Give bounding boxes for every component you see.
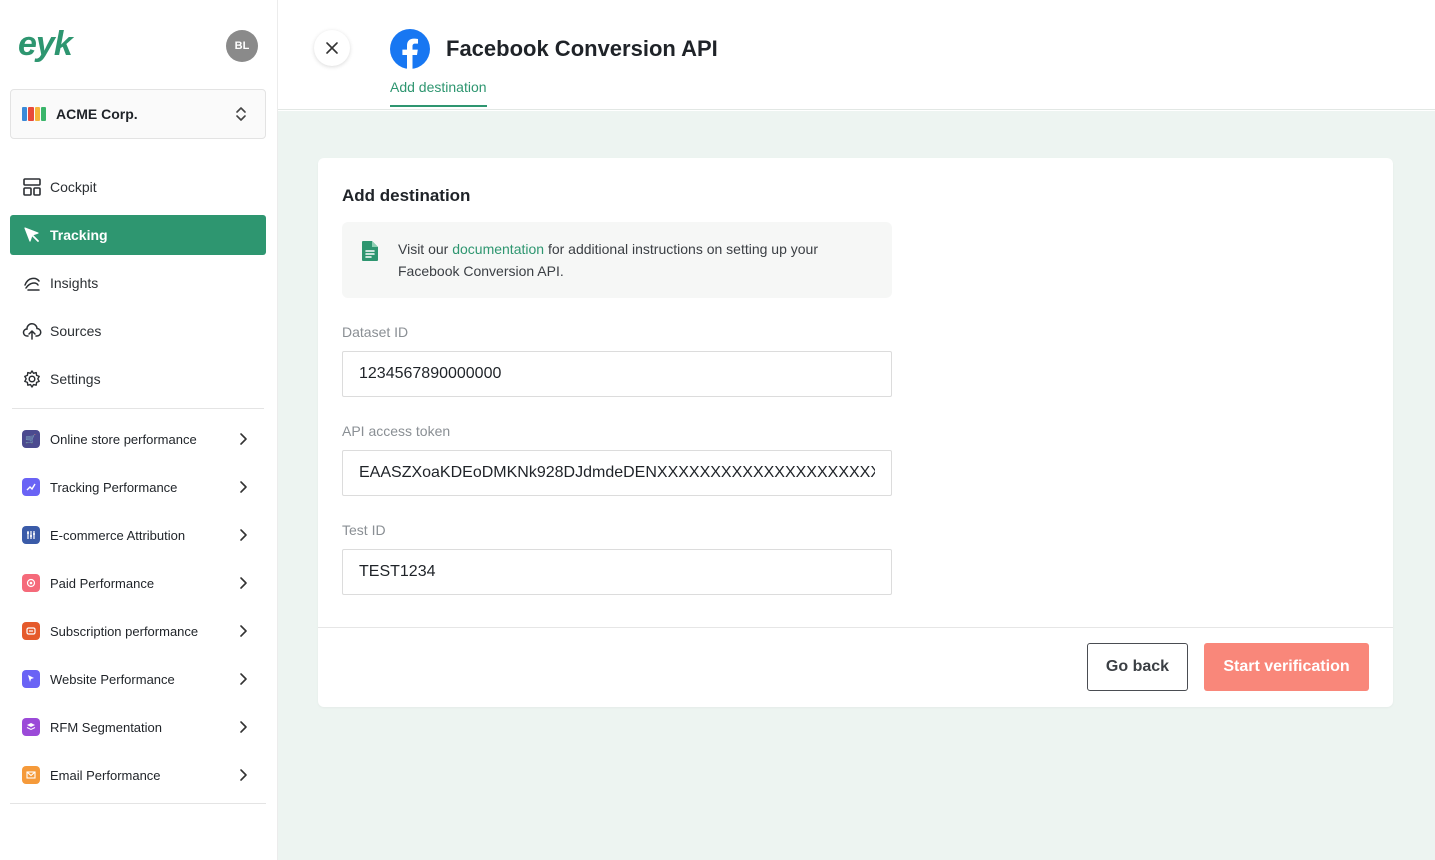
test-id-input[interactable]: [342, 549, 892, 595]
dashboard-divider: [10, 803, 266, 804]
chevron-right-icon: [240, 673, 247, 685]
dashboard-paid-performance[interactable]: Paid Performance: [10, 559, 266, 607]
close-icon: [326, 42, 338, 54]
tab-add-destination[interactable]: Add destination: [390, 79, 487, 107]
dashboard-label: Subscription performance: [50, 623, 199, 639]
chevron-right-icon: [240, 481, 247, 493]
chevron-right-icon: [240, 769, 247, 781]
dashboard-label: E-commerce Attribution: [50, 527, 186, 543]
org-logo-icon: [22, 107, 46, 121]
org-name: ACME Corp.: [56, 106, 138, 122]
dashboard-rfm-segmentation[interactable]: RFM Segmentation: [10, 703, 266, 751]
page-title: Facebook Conversion API: [446, 36, 718, 61]
card-footer-divider: [318, 627, 1393, 628]
dashboard-label: Website Performance: [50, 671, 175, 687]
chevron-right-icon: [240, 721, 247, 733]
main-content: Add destination Visit our documentation …: [278, 111, 1435, 860]
start-verification-button[interactable]: Start verification: [1204, 643, 1369, 691]
nav-label: Tracking: [50, 227, 108, 243]
chevron-right-icon: [240, 433, 247, 445]
dashboard-ecommerce-attribution[interactable]: E-commerce Attribution: [10, 511, 266, 559]
dashboard-website-performance[interactable]: Website Performance: [10, 655, 266, 703]
add-destination-card: Add destination Visit our documentation …: [318, 158, 1393, 707]
user-avatar[interactable]: BL: [226, 30, 258, 62]
dashboard-list: 🛒 Online store performance Tracking Perf…: [10, 415, 266, 799]
pointer-icon: [22, 670, 40, 688]
dashboard-label: Email Performance: [50, 767, 161, 783]
nav-label: Settings: [50, 371, 101, 387]
nav-label: Sources: [50, 323, 102, 339]
chevron-right-icon: [240, 625, 247, 637]
gear-icon: [24, 370, 40, 388]
envelope-icon: [22, 766, 40, 784]
card-title: Add destination: [342, 186, 471, 205]
dashboard-label: RFM Segmentation: [50, 719, 162, 735]
sliders-icon: [22, 526, 40, 544]
nav-divider: [12, 408, 264, 409]
info-banner: Visit our documentation for additional i…: [342, 222, 892, 298]
nav-item-cockpit[interactable]: Cockpit: [10, 167, 266, 207]
close-button[interactable]: [314, 30, 350, 66]
layers-icon: [22, 718, 40, 736]
nav-item-settings[interactable]: Settings: [10, 359, 266, 399]
document-icon: [362, 241, 378, 261]
documentation-link[interactable]: documentation: [452, 241, 544, 257]
facebook-logo-icon: [390, 29, 430, 69]
test-id-label: Test ID: [342, 522, 386, 538]
sidebar: eyk BL ACME Corp. Cockpit Tracking Insig…: [0, 0, 278, 860]
insights-icon: [24, 277, 40, 291]
page-header: Facebook Conversion API Add destination: [278, 0, 1435, 110]
dashboard-label: Paid Performance: [50, 575, 155, 591]
main-nav: Cockpit Tracking Insights Sources Settin…: [10, 167, 266, 407]
dashboard-subscription-performance[interactable]: Subscription performance: [10, 607, 266, 655]
trend-icon: [22, 478, 40, 496]
org-switcher[interactable]: ACME Corp.: [10, 89, 266, 139]
nav-item-tracking[interactable]: Tracking: [10, 215, 266, 255]
dataset-id-label: Dataset ID: [342, 324, 409, 340]
nav-item-insights[interactable]: Insights: [10, 263, 266, 303]
cart-icon: 🛒: [22, 430, 40, 448]
info-text: Visit our documentation for additional i…: [398, 238, 868, 282]
chevron-right-icon: [240, 529, 247, 541]
app-logo[interactable]: eyk: [18, 26, 73, 62]
dashboard-email-performance[interactable]: Email Performance: [10, 751, 266, 799]
dashboard-online-store-performance[interactable]: 🛒 Online store performance: [10, 415, 266, 463]
chevron-right-icon: [240, 577, 247, 589]
subscription-icon: [22, 622, 40, 640]
nav-item-sources[interactable]: Sources: [10, 311, 266, 351]
dashboard-label: Online store performance: [50, 431, 197, 447]
dataset-id-input[interactable]: [342, 351, 892, 397]
layout-icon: [23, 178, 41, 196]
dashboard-label: Tracking Performance: [50, 479, 178, 495]
nav-label: Insights: [50, 275, 99, 291]
info-text-prefix: Visit our: [398, 241, 453, 257]
api-access-token-input[interactable]: [342, 450, 892, 496]
dashboard-tracking-performance[interactable]: Tracking Performance: [10, 463, 266, 511]
go-back-button[interactable]: Go back: [1087, 643, 1188, 691]
nav-label: Cockpit: [50, 179, 97, 195]
chevron-up-down-icon: [236, 107, 246, 121]
api-access-token-label: API access token: [342, 423, 451, 439]
cursor-icon: [24, 227, 39, 242]
target-icon: [22, 574, 40, 592]
cloud-upload-icon: [22, 323, 42, 340]
